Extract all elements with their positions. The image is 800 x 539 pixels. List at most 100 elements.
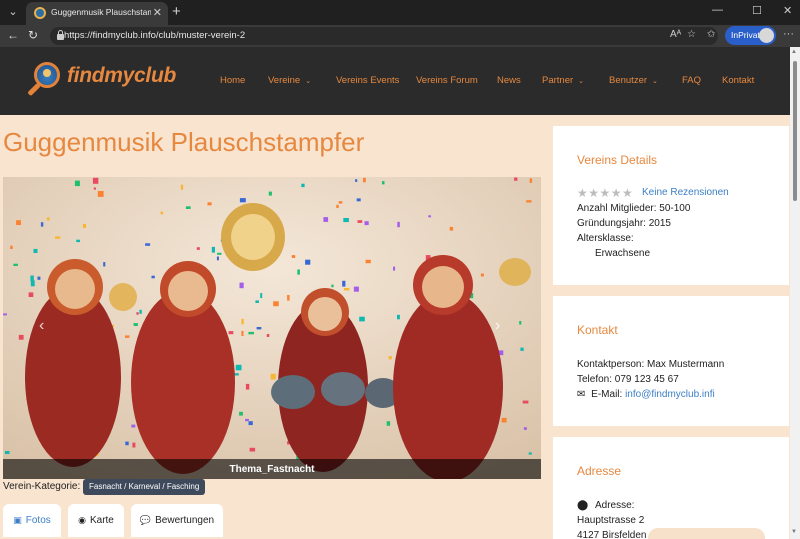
- confetti-piece: [519, 321, 522, 325]
- nav-news[interactable]: News: [497, 75, 521, 86]
- confetti-piece: [353, 286, 359, 292]
- tab-bewertungen[interactable]: 💬 Bewertungen: [131, 504, 223, 537]
- confetti-piece: [248, 331, 254, 335]
- confetti-piece: [74, 180, 80, 187]
- confetti-piece: [523, 427, 527, 430]
- nav-partner[interactable]: Partner ⌄: [542, 75, 584, 86]
- confetti-piece: [323, 217, 329, 222]
- details-heading: Vereins Details: [577, 153, 658, 167]
- globe-icon: ◉: [78, 515, 86, 525]
- card-vereins-details: Vereins Details ★★★★★ Keine Rezensionen …: [553, 126, 789, 285]
- scrollbar-thumb[interactable]: [793, 61, 797, 201]
- minimize-icon[interactable]: —: [712, 4, 723, 16]
- confetti-piece: [28, 292, 34, 297]
- confetti-piece: [249, 447, 256, 452]
- confetti-piece: [255, 300, 259, 303]
- reviews-link[interactable]: Keine Rezensionen: [642, 187, 729, 198]
- favorite-star-icon[interactable]: ☆: [687, 29, 696, 40]
- confetti-piece: [211, 246, 215, 253]
- confetti-piece: [359, 316, 365, 322]
- confetti-piece: [241, 330, 244, 336]
- nav-vereine[interactable]: Vereine ⌄: [268, 75, 311, 86]
- confetti-piece: [185, 206, 191, 209]
- confetti-piece: [3, 313, 7, 316]
- confetti-piece: [343, 218, 349, 223]
- confetti-piece: [336, 204, 339, 208]
- nav-kontakt[interactable]: Kontakt: [722, 75, 754, 86]
- confetti-piece: [364, 221, 369, 226]
- confetti-piece: [5, 451, 10, 454]
- card-kontakt: Kontakt Kontaktperson: Max Mustermann Te…: [553, 296, 789, 426]
- confetti-piece: [33, 248, 38, 253]
- carnival-band-photo: [3, 177, 541, 479]
- browser-tab[interactable]: Guggenmusik Plauschstampfer - F ✕: [26, 2, 168, 25]
- confetti-piece: [103, 262, 106, 267]
- confetti-piece: [76, 239, 80, 243]
- confetti-piece: [529, 178, 533, 183]
- scroll-up-icon[interactable]: ▲: [791, 49, 797, 55]
- back-icon[interactable]: ←: [7, 28, 19, 42]
- more-menu-icon[interactable]: ···: [783, 28, 794, 40]
- site-header: findmyclub Home Vereine ⌄ Vereins Events …: [0, 47, 790, 115]
- category-badge[interactable]: Fasnacht / Karneval / Fasching: [83, 479, 206, 495]
- site-logo[interactable]: findmyclub: [27, 59, 177, 103]
- confetti-piece: [356, 198, 361, 202]
- reload-icon[interactable]: ↻: [28, 28, 38, 42]
- email-link[interactable]: info@findmyclub.infi: [625, 389, 715, 400]
- slider-prev-icon[interactable]: ‹: [39, 317, 44, 335]
- page-viewport: findmyclub Home Vereine ⌄ Vereins Events …: [0, 47, 800, 539]
- contact-person: Kontaktperson: Max Mustermann: [577, 359, 725, 370]
- close-window-icon[interactable]: ✕: [783, 4, 792, 17]
- address-bar[interactable]: https://findmyclub.info/club/muster-vere…: [50, 27, 718, 45]
- confetti-piece: [30, 275, 34, 282]
- category-label: Verein-Kategorie:: [3, 481, 81, 492]
- confetti-piece: [291, 255, 296, 258]
- scroll-down-icon[interactable]: ▼: [791, 529, 797, 535]
- slider-next-icon[interactable]: ›: [495, 317, 500, 335]
- confetti-piece: [228, 331, 234, 335]
- floating-widget[interactable]: [648, 528, 765, 539]
- nav-home[interactable]: Home: [220, 75, 245, 86]
- tab-karte[interactable]: ◉ Karte: [68, 504, 124, 537]
- confetti-piece: [40, 222, 44, 227]
- confetti-piece: [260, 293, 263, 299]
- confetti-piece: [145, 243, 151, 246]
- confetti-piece: [82, 223, 86, 228]
- confetti-piece: [248, 421, 253, 426]
- tab-fotos[interactable]: ▣ Fotos: [3, 504, 61, 537]
- confetti-piece: [245, 383, 250, 390]
- confetti-piece: [522, 400, 529, 404]
- magnifier-icon: [34, 62, 60, 88]
- nav-faq[interactable]: FAQ: [682, 75, 701, 86]
- image-slider[interactable]: ‹ › Thema_Fastnacht: [3, 177, 541, 479]
- read-aloud-icon[interactable]: Aᴬ: [670, 29, 681, 40]
- page-scrollbar[interactable]: ▲ ▼: [790, 47, 800, 539]
- confetti-piece: [382, 181, 385, 185]
- confetti-piece: [125, 335, 130, 338]
- page-title: Guggenmusik Plauschstampfer: [3, 127, 365, 157]
- confetti-piece: [514, 177, 518, 181]
- favorites-icon[interactable]: ✩: [707, 29, 715, 40]
- maximize-icon[interactable]: ☐: [752, 4, 762, 17]
- confetti-piece: [363, 177, 366, 183]
- age-class-label: Altersklasse:: [577, 233, 634, 244]
- contact-email-row: ✉ E-Mail: info@findmyclub.infi: [577, 389, 715, 400]
- comments-icon: 💬: [139, 515, 152, 525]
- confetti-piece: [393, 266, 396, 271]
- tab-title: Guggenmusik Plauschstampfer - F: [51, 7, 151, 17]
- confetti-piece: [268, 191, 272, 196]
- map-marker-icon: ⬤: [577, 500, 589, 511]
- confetti-piece: [241, 318, 244, 325]
- nav-benutzer[interactable]: Benutzer ⌄: [609, 75, 658, 86]
- email-label: E-Mail:: [591, 389, 623, 400]
- new-tab-icon[interactable]: +: [172, 3, 181, 20]
- confetti-piece: [217, 252, 222, 255]
- nav-vereins-forum[interactable]: Vereins Forum: [416, 75, 478, 86]
- close-tab-icon[interactable]: ✕: [153, 6, 162, 19]
- confetti-piece: [520, 347, 524, 351]
- confetti-piece: [125, 441, 129, 446]
- tab-list-chevron-icon[interactable]: ⌄: [4, 4, 22, 20]
- inprivate-button[interactable]: InPrivate: [725, 26, 776, 45]
- nav-vereins-events[interactable]: Vereins Events: [336, 75, 399, 86]
- confetti-piece: [131, 424, 136, 428]
